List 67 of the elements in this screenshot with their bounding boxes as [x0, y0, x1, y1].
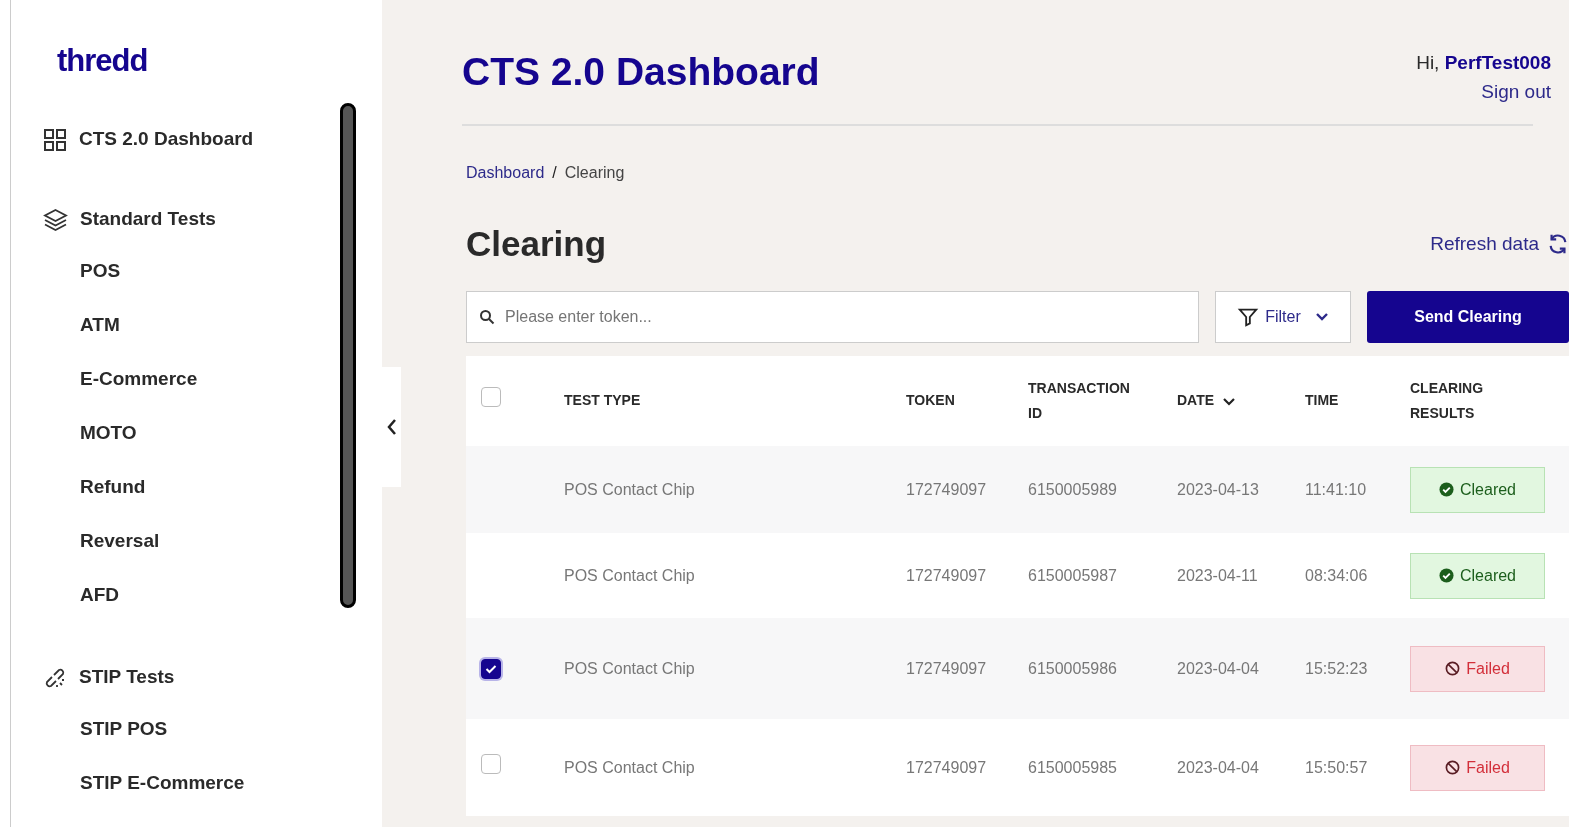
table-cell: 6150005989 [1028, 480, 1117, 498]
search-input[interactable]: Please enter token... [503, 304, 1186, 330]
sidebar-item[interactable]: Standard Tests [43, 204, 340, 235]
sidebar-item[interactable]: CTS 2.0 Dashboard [43, 124, 340, 155]
table-cell: 172749097 [906, 480, 987, 498]
status-badge: Cleared [1410, 552, 1545, 599]
logo[interactable]: thredd [57, 38, 148, 85]
table-cell: 172749097 [906, 566, 987, 584]
table-cell: 6150005986 [1028, 659, 1117, 677]
search-icon [479, 309, 495, 325]
sidebar-subitem[interactable]: Refund [43, 460, 340, 515]
column-header[interactable]: DATE [1177, 392, 1215, 409]
sidebar-subitem[interactable]: E-Commerce [43, 352, 340, 407]
grid-icon [43, 127, 67, 152]
table-cell: POS Contact Chip [564, 566, 695, 584]
table-cell: 11:41:10 [1305, 480, 1367, 498]
table-cell: POS Contact Chip [564, 480, 695, 498]
sidebar-subitem[interactable]: STIP POS [43, 702, 340, 757]
checkbox[interactable] [481, 386, 501, 407]
send-clearing-button[interactable]: Send Clearing [1367, 291, 1569, 343]
sidebar-subitem[interactable]: MOTO [43, 406, 340, 461]
table-cell: 08:34:06 [1305, 566, 1368, 584]
table-cell: 2023-04-04 [1177, 758, 1259, 776]
checkmark-icon [485, 663, 497, 674]
table-cell: 6150005987 [1028, 566, 1117, 584]
column-header[interactable]: TEST TYPE [564, 392, 641, 409]
layers-icon [43, 207, 68, 232]
column-header[interactable]: TOKEN [906, 392, 955, 409]
sidebar-subitem[interactable]: AFD [43, 568, 340, 623]
status-badge: Cleared [1410, 466, 1545, 513]
refresh-link[interactable]: Refresh data [1430, 229, 1569, 259]
caret-icon [1314, 312, 1329, 322]
refresh-icon [1547, 233, 1569, 255]
greeting-text: Hi, PerfTest008 [1416, 51, 1551, 75]
table-cell: 2023-04-04 [1177, 659, 1259, 677]
table-cell: POS Contact Chip [564, 758, 695, 776]
table-cell: 15:50:57 [1305, 758, 1368, 776]
page-title: Clearing [466, 223, 607, 265]
table-cell: 172749097 [906, 758, 987, 776]
chevron-left-icon [385, 418, 398, 436]
table-cell: POS Contact Chip [564, 659, 695, 677]
table-cell: 15:52:23 [1305, 659, 1368, 677]
sidebar-subitem[interactable]: POS [43, 244, 340, 299]
scrollbar[interactable] [340, 103, 356, 608]
column-header[interactable]: TIME [1305, 392, 1339, 409]
breadcrumb-item[interactable]: Dashboard [466, 161, 545, 185]
sort-caret-icon[interactable] [1222, 396, 1237, 407]
search-field[interactable]: Please enter token... [466, 291, 1199, 343]
sign-out-link[interactable]: Sign out [1416, 77, 1551, 106]
collapse-button[interactable] [382, 367, 401, 487]
sidebar-subitem[interactable]: Reversal [43, 514, 340, 569]
table-cell: 2023-04-11 [1177, 566, 1258, 584]
breadcrumb-separator: / [552, 163, 557, 183]
status-badge: Failed [1410, 645, 1545, 692]
table-cell: 2023-04-13 [1177, 480, 1259, 498]
table-cell: 6150005985 [1028, 758, 1117, 776]
checkbox[interactable] [481, 754, 501, 774]
table-cell: 172749097 [906, 659, 987, 677]
filter-button[interactable]: Filter [1215, 291, 1351, 343]
sidebar-subitem[interactable]: STIP E-Commerce [43, 756, 340, 811]
filter-icon [1237, 306, 1260, 328]
checkbox[interactable] [481, 658, 501, 679]
status-badge: Failed [1410, 744, 1545, 791]
page-header-title: CTS 2.0 Dashboard [462, 49, 820, 95]
sidebar-item[interactable]: STIP Tests [43, 662, 340, 693]
breadcrumb-item: Clearing [564, 163, 625, 183]
sidebar-subitem[interactable]: ATM [43, 298, 340, 353]
